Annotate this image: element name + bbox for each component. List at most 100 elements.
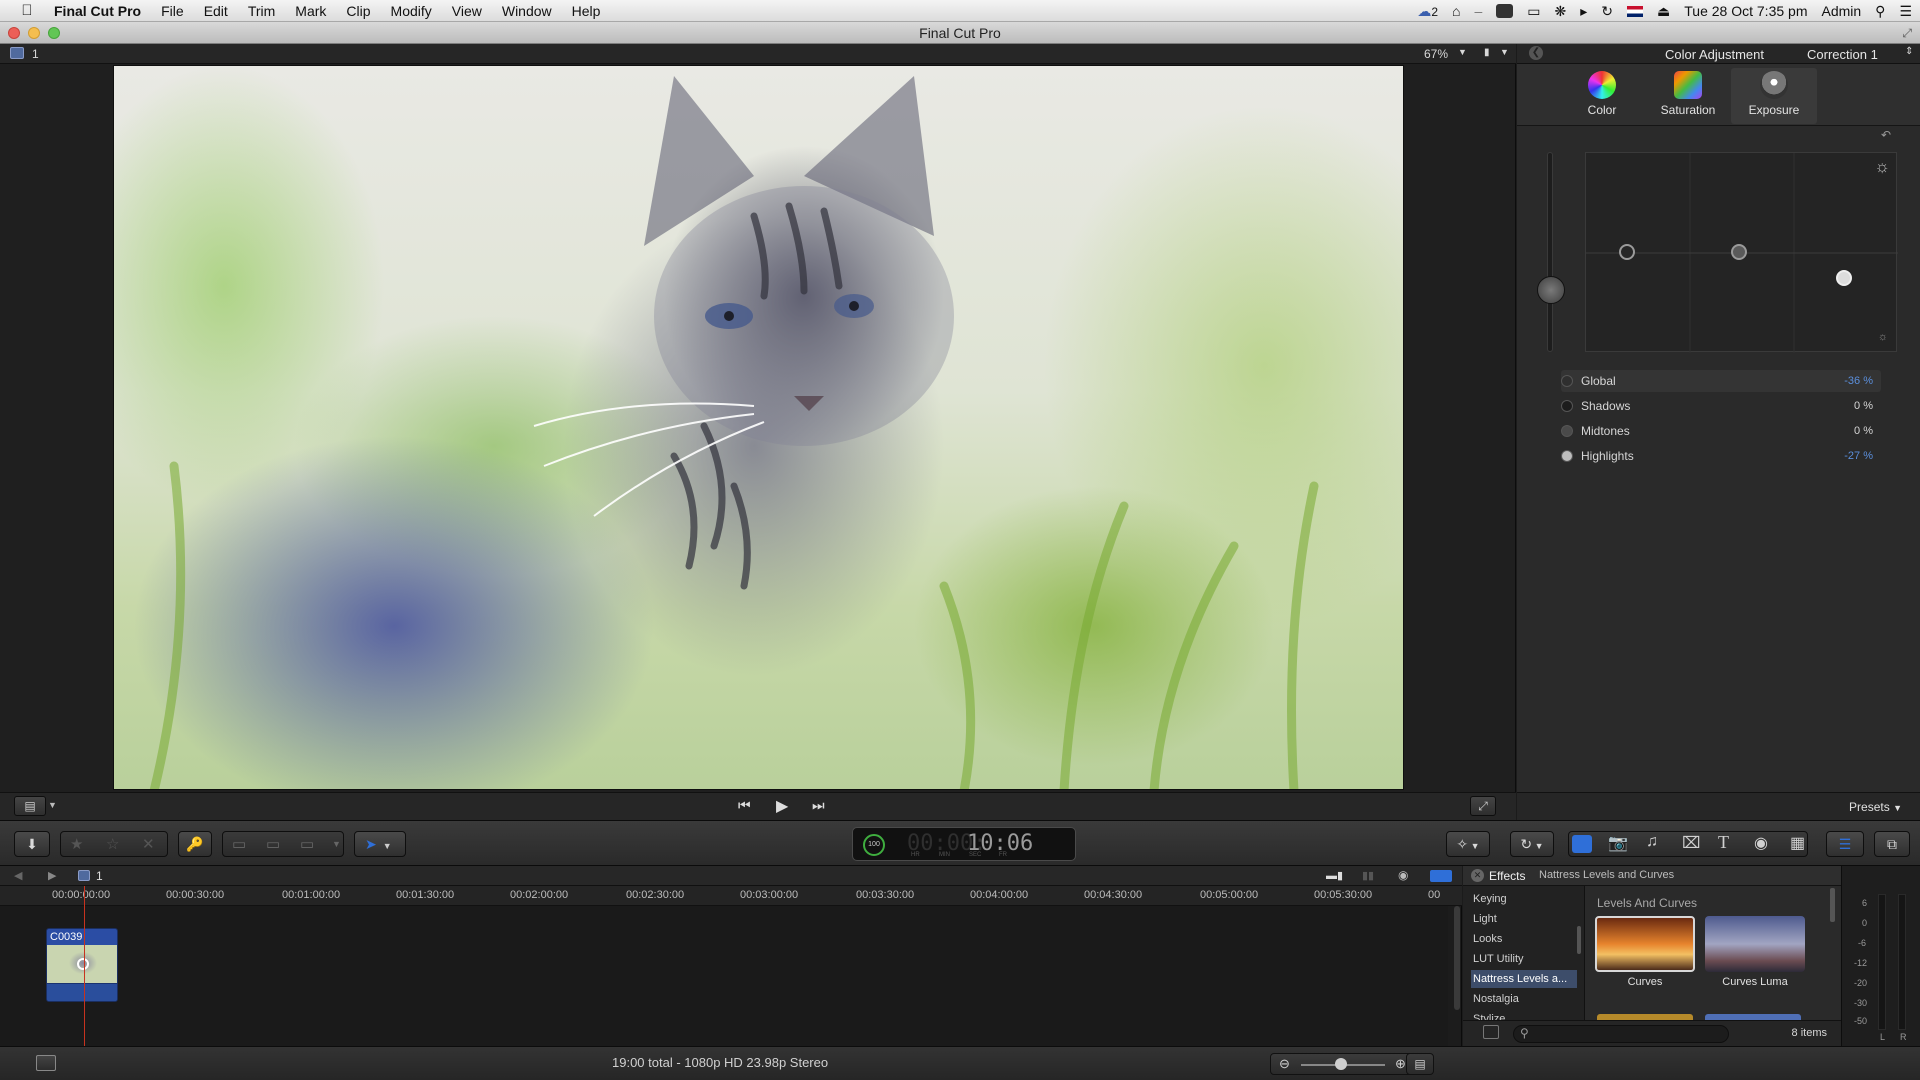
background-tasks-icon[interactable]: 100 [863,834,885,856]
dashboard-timecode[interactable]: 100 00:00: 10:06 HR MIN SEC FR [852,827,1076,861]
themes-browser-icon[interactable]: ▦ [1790,833,1805,853]
clip-appearance-button[interactable]: ▤ [1406,1053,1434,1075]
share-button[interactable]: ⧉ [1874,831,1910,857]
time-machine-icon[interactable]: ↻ [1601,3,1613,20]
unrate-star-icon[interactable]: ☆ [106,835,119,853]
category-item[interactable]: Looks [1471,930,1577,948]
tab-color[interactable]: Color [1559,68,1645,124]
video-frame[interactable] [113,65,1404,790]
home-icon[interactable]: ⌂ [1452,3,1460,19]
menu-modify[interactable]: Modify [381,3,442,19]
music-browser-icon[interactable]: ♫ [1646,833,1658,851]
menu-help[interactable]: Help [562,3,611,19]
insert-clip-icon[interactable]: ▭ [266,835,280,853]
exposure-slider-knob[interactable] [1537,276,1565,304]
param-value[interactable]: -27 % [1781,450,1881,462]
viewer-layout-dropdown-icon[interactable]: ▼ [48,800,57,810]
enhancements-button[interactable]: ✧ ▼ [1446,831,1490,857]
zoom-out-icon[interactable]: ⊖ [1279,1056,1290,1072]
fullscreen-icon[interactable]: ⤢ [1902,22,1912,44]
category-item[interactable]: Keying [1471,890,1577,908]
edit-options-dropdown-icon[interactable]: ▼ [332,839,341,849]
zoom-slider-knob[interactable] [1335,1058,1347,1070]
tab-saturation[interactable]: Saturation [1645,68,1731,124]
curves-thumbnail[interactable] [1595,916,1695,972]
flag-icon[interactable] [1627,5,1644,17]
spotlight-icon[interactable]: ⚲ [1875,3,1885,20]
view-options-icon[interactable]: ▮ [1484,47,1490,58]
category-item[interactable]: Nostalgia [1471,990,1577,1008]
param-value[interactable]: 0 % [1781,400,1881,412]
effects-search-field[interactable]: ⚲ [1513,1025,1729,1043]
timeline-zoom-control[interactable]: ⊖ ⊕ [1270,1053,1420,1075]
presets-menu[interactable]: Presets ▼ [1849,800,1902,814]
menu-edit[interactable]: Edit [194,3,238,19]
category-scrollbar[interactable] [1577,926,1581,954]
creative-cloud-icon[interactable]: ☁2 [1417,3,1438,20]
menu-trim[interactable]: Trim [238,3,285,19]
correction-selector[interactable]: Correction 1 [1807,47,1878,62]
shadows-puck[interactable] [1619,244,1635,260]
notification-center-icon[interactable]: ☰ [1899,3,1912,20]
param-row-highlights[interactable]: Highlights -27 % [1561,445,1881,467]
zoom-window-button[interactable] [48,27,60,39]
correction-stepper-icon[interactable]: ⇕ [1905,46,1913,57]
keyword-editor-button[interactable]: 🔑 [178,831,212,857]
history-back-icon[interactable]: ◀ [14,869,22,882]
append-clip-icon[interactable]: ▭ [300,835,314,853]
bluetooth-icon[interactable]: ❋ [1555,3,1567,20]
play-icon[interactable]: ▶ [776,796,788,816]
clip-appearance-icon[interactable]: ▬▮ [1326,869,1343,882]
sidebar-toggle-icon[interactable] [1483,1025,1499,1039]
snapping-icon[interactable] [1430,870,1452,882]
audio-meters[interactable]: 6 0 -6 -12 -20 -30 -50 L R [1841,866,1920,1046]
param-row-midtones[interactable]: Midtones 0 % [1561,420,1881,442]
eject-icon[interactable]: ⏏ [1657,3,1670,20]
view-options-dropdown-icon[interactable]: ▼ [1500,47,1509,57]
connect-clip-icon[interactable]: ▭ [232,835,246,853]
timeline-vertical-scrollbar[interactable] [1454,906,1460,1010]
import-button[interactable]: ⬇ [14,831,50,857]
project-icon[interactable] [10,47,24,59]
user-name[interactable]: Admin [1821,3,1861,19]
curves-luma-thumbnail[interactable] [1705,916,1805,972]
highlights-puck[interactable] [1836,270,1852,286]
reset-icon[interactable]: ↶ [1881,128,1891,142]
playhead[interactable] [84,886,85,1046]
menu-clip[interactable]: Clip [336,3,380,19]
select-tool-button[interactable]: ➤ ▼ [354,831,406,857]
go-to-end-icon[interactable]: ⏭ [812,797,825,814]
close-browser-icon[interactable]: ✕ [1471,869,1484,882]
audio-skimming-icon[interactable]: ◉ [1398,868,1408,882]
exposure-board[interactable]: ☼ ☼ [1585,152,1898,353]
effects-grid-scrollbar[interactable] [1830,888,1835,922]
photo-browser-icon[interactable]: 📷 [1608,833,1628,853]
close-window-button[interactable] [8,27,20,39]
dropbox-icon[interactable] [1496,4,1514,18]
transitions-browser-icon[interactable]: ⌧ [1682,833,1700,853]
zoom-level[interactable]: 67% [1424,47,1448,61]
airplay-icon[interactable]: ▭ [1527,3,1540,20]
param-row-shadows[interactable]: Shadows 0 % [1561,395,1881,417]
param-value[interactable]: -36 % [1781,375,1881,387]
back-arrow-icon[interactable]: ❮ [1529,46,1543,60]
zoom-dropdown-icon[interactable]: ▼ [1458,47,1467,57]
category-item[interactable]: Light [1471,910,1577,928]
skimming-icon[interactable]: ▮▮ [1362,869,1374,882]
menu-file[interactable]: File [151,3,194,19]
inspector-toggle-button[interactable]: ☰ [1826,831,1864,857]
category-item-selected[interactable]: Nattress Levels a... [1471,970,1577,988]
exposure-slider-track[interactable] [1547,152,1553,352]
clock[interactable]: Tue 28 Oct 7:35 pm [1684,3,1807,19]
category-item[interactable]: Stylize [1471,1010,1577,1020]
timeline-index-button[interactable] [36,1055,56,1071]
minimize-window-button[interactable] [28,27,40,39]
history-forward-icon[interactable]: ▶ [48,869,56,882]
zoom-in-icon[interactable]: ⊕ [1395,1056,1406,1072]
favorite-star-icon[interactable]: ★ [70,835,83,853]
timeline-track-area[interactable] [0,906,1460,1046]
fullscreen-playback-button[interactable]: ⤢ [1470,796,1496,816]
global-puck[interactable] [1731,244,1747,260]
menu-window[interactable]: Window [492,3,562,19]
effects-browser-icon[interactable] [1572,835,1592,853]
